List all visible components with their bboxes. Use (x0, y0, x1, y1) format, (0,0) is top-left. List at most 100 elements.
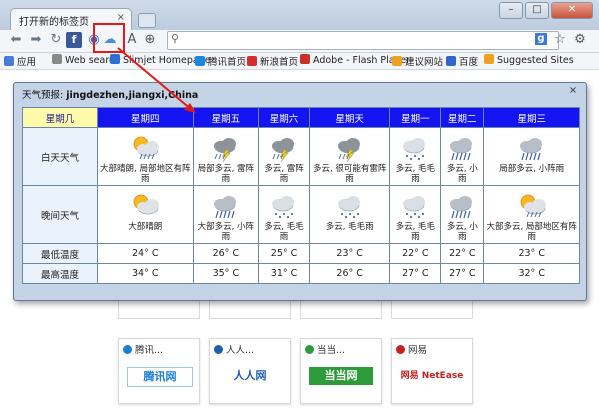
forecast-cell: 多云, 毛毛雨 (389, 185, 442, 244)
tile-renren[interactable]: 人人... 人人网 (209, 338, 291, 404)
dangdang-logo: 当当网 (309, 367, 373, 385)
forecast-cell: 大部晴朗, 局部地区有阵雨 (97, 127, 194, 186)
tile-netease[interactable]: 网易 网易 NetEase (391, 338, 473, 404)
zoom-icon[interactable]: ⊕ (142, 32, 158, 48)
bookmark-baidu[interactable]: 百度 (446, 54, 478, 68)
tile-tencent[interactable]: 腾讯... 腾讯网 (118, 338, 200, 404)
thunderstorm-icon (272, 138, 295, 162)
forecast-cell: 多云, 小雨 (440, 185, 485, 244)
bookmark-apps[interactable]: 应用 (4, 54, 36, 68)
highlight-box (93, 23, 125, 53)
temperature-cell: 27° C (389, 263, 442, 284)
condition-text: 局部多云, 雷阵雨 (197, 164, 255, 184)
daytime-row: 白天天气 大部晴朗, 局部地区有阵雨 局部多云, 雷阵雨 多云, 雷阵雨 多云, 很可… (22, 127, 580, 186)
bookmark-star-icon[interactable]: ☆ (552, 32, 568, 48)
forecast-cell: 多云, 毛毛雨 (308, 185, 391, 244)
temperature-cell: 22° C (440, 243, 485, 264)
low-temp-row: 最低温度 24° C 26° C 25° C 23° C 22° C 22° C 23° C (22, 243, 580, 264)
temperature-cell: 26° C (192, 243, 260, 264)
day-header: 星期一 (389, 107, 442, 128)
search-icon: ⚲ (171, 32, 180, 45)
settings-icon[interactable]: ⚙ (572, 32, 588, 48)
temperature-cell: 32° C (483, 263, 580, 284)
popup-title: 天气预报: jingdezhen,jiangxi,China (22, 90, 199, 101)
minimize-button[interactable]: – (499, 2, 523, 19)
forecast-cell: 局部多云, 雷阵雨 (192, 127, 260, 186)
condition-text: 大部多云, 小阵雨 (197, 222, 255, 242)
weather-popup: 天气预报: jingdezhen,jiangxi,China × 星期几 星期四… (13, 82, 587, 301)
day-header: 星期三 (483, 107, 580, 128)
close-window-button[interactable]: ✕ (551, 2, 593, 19)
back-icon[interactable]: ⬅ (8, 32, 24, 48)
tab-title: 打开新的标签页 (19, 17, 89, 28)
condition-text: 大部多云, 局部地区有阵雨 (486, 222, 577, 242)
bookmark-tencent[interactable]: 腾讯首页 (195, 54, 246, 68)
address-bar[interactable]: ⚲ (167, 31, 559, 50)
temperature-cell: 35° C (192, 263, 260, 284)
bookmark-suggested-sites[interactable]: Suggested Sites (484, 54, 574, 66)
location-label: jingdezhen,jiangxi,China (66, 90, 199, 101)
temperature-cell: 24° C (97, 243, 194, 264)
suggested-sites-icon (484, 54, 494, 64)
condition-text: 多云, 小雨 (446, 222, 478, 242)
day-header-row: 星期几 星期四 星期五 星期六 星期天 星期一 星期二 星期三 (22, 107, 580, 128)
condition-text: 多云, 小雨 (446, 164, 478, 184)
thunderstorm-icon (213, 138, 236, 162)
day-header: 星期天 (308, 107, 391, 128)
forecast-cell: 多云, 雷阵雨 (258, 127, 310, 186)
new-tab-button[interactable] (138, 13, 156, 28)
partly-cloudy-icon (133, 194, 160, 215)
header-day-of-week: 星期几 (22, 107, 98, 128)
condition-text: 大部晴朗 (128, 222, 163, 232)
day-header: 星期六 (258, 107, 310, 128)
forward-icon[interactable]: ➡ (28, 32, 44, 48)
forecast-cell: 大部多云, 局部地区有阵雨 (483, 185, 580, 244)
condition-text: 局部多云, 小阵雨 (499, 164, 565, 174)
temperature-cell: 34° C (97, 263, 194, 284)
day-header: 星期五 (192, 107, 260, 128)
dangdang-icon (305, 345, 314, 354)
condition-text: 多云, 雷阵雨 (264, 164, 304, 184)
reload-icon[interactable]: ↻ (48, 32, 64, 48)
forecast-table: 星期几 星期四 星期五 星期六 星期天 星期一 星期二 星期三 白天天气 大部晴… (22, 107, 580, 284)
row-label: 最低温度 (22, 243, 98, 264)
drizzle-icon (272, 196, 295, 219)
apps-icon (4, 56, 14, 66)
google-search-icon[interactable]: g (535, 33, 547, 45)
bookmark-suggested-cn[interactable]: 建议网站 (392, 54, 443, 68)
suggested-icon (392, 56, 402, 66)
condition-text: 多云, 很可能有雷阵雨 (312, 164, 387, 184)
tab-close-icon[interactable]: × (117, 12, 125, 23)
tile-dangdang[interactable]: 当当... 当当网 (300, 338, 382, 404)
row-label: 晚间天气 (22, 185, 98, 244)
translate-icon[interactable]: A (124, 32, 140, 48)
popup-close-icon[interactable]: × (566, 85, 580, 97)
bookmark-sina[interactable]: 新浪首页 (247, 54, 298, 68)
forecast-cell: 大部多云, 小阵雨 (192, 185, 260, 244)
drizzle-icon (337, 196, 360, 219)
baidu-icon (446, 56, 456, 66)
temperature-cell: 31° C (258, 263, 310, 284)
sun-cloud-rain-icon (520, 194, 546, 218)
condition-text: 多云, 毛毛雨 (395, 164, 436, 184)
tencent-logo: 腾讯网 (127, 367, 193, 387)
condition-text: 大部晴朗, 局部地区有阵雨 (100, 164, 191, 184)
renren-icon (214, 345, 223, 354)
forecast-cell: 多云, 毛毛雨 (258, 185, 310, 244)
drizzle-icon (403, 196, 426, 219)
renren-logo: 人人网 (233, 369, 267, 382)
tencent-icon (123, 345, 132, 354)
title-bar: 打开新的标签页 × – □ ✕ (0, 0, 599, 31)
window-controls: – □ ✕ (499, 2, 593, 19)
rain-icon (519, 138, 542, 161)
rain-icon (450, 196, 473, 219)
row-label: 最高温度 (22, 263, 98, 284)
forecast-cell: 大部晴朗 (97, 185, 194, 244)
maximize-button[interactable]: □ (525, 2, 549, 19)
day-header: 星期四 (97, 107, 194, 128)
temperature-cell: 23° C (308, 243, 391, 264)
forecast-cell: 局部多云, 小阵雨 (483, 127, 580, 186)
facebook-icon[interactable]: f (66, 32, 82, 48)
temperature-cell: 22° C (389, 243, 442, 264)
rain-icon (450, 138, 473, 161)
